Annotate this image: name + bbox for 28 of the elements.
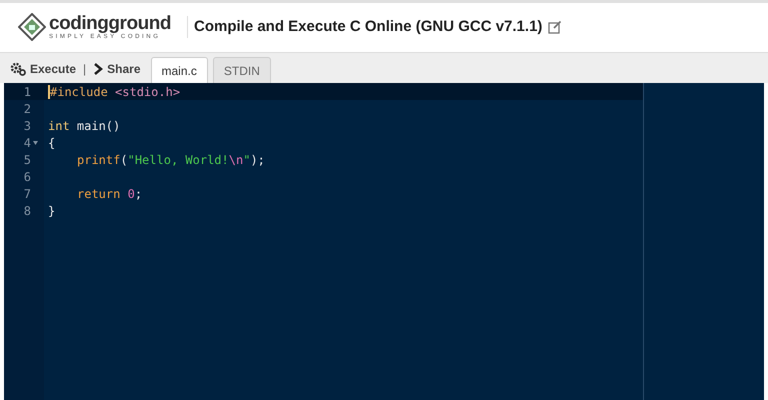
line-number: 3	[24, 118, 31, 134]
file-tab[interactable]: main.c	[150, 57, 208, 83]
code-line: printf("Hello, World!\n");	[76, 152, 265, 168]
line-number: 8	[24, 202, 31, 220]
file-tab[interactable]: STDIN	[212, 57, 271, 83]
code-line: return 0;	[76, 186, 142, 202]
line-number: 2	[24, 100, 31, 118]
share-button[interactable]: Share	[93, 60, 141, 78]
code-editor[interactable]: 1 #include <stdio.h> 2 3 int main() 4 { 5 printf("Hello, World!\n"); 6 7 return 0; 8 }	[4, 83, 764, 400]
chevron-icon	[93, 63, 104, 75]
edit-icon[interactable]	[548, 20, 562, 34]
page-title: Compile and Execute C Online (GNU GCC v7.1.1)	[194, 16, 542, 37]
line-number: 4	[24, 134, 31, 152]
code-line: int main()	[48, 118, 120, 134]
execute-button[interactable]: Execute	[10, 60, 76, 78]
fold-caret-icon[interactable]	[33, 140, 38, 144]
code-line: }	[48, 202, 56, 220]
line-number: 5	[24, 152, 31, 168]
code-line: {	[48, 134, 56, 152]
logo-icon	[18, 13, 46, 41]
logo-name: codingground	[49, 14, 171, 33]
text-cursor	[48, 84, 50, 98]
toolbar-separator: |	[83, 61, 86, 78]
code-line: #include <stdio.h>	[50, 84, 180, 100]
line-number: 6	[24, 168, 31, 186]
line-number: 7	[24, 186, 31, 202]
gears-icon	[10, 62, 26, 76]
line-number: 1	[24, 84, 31, 100]
